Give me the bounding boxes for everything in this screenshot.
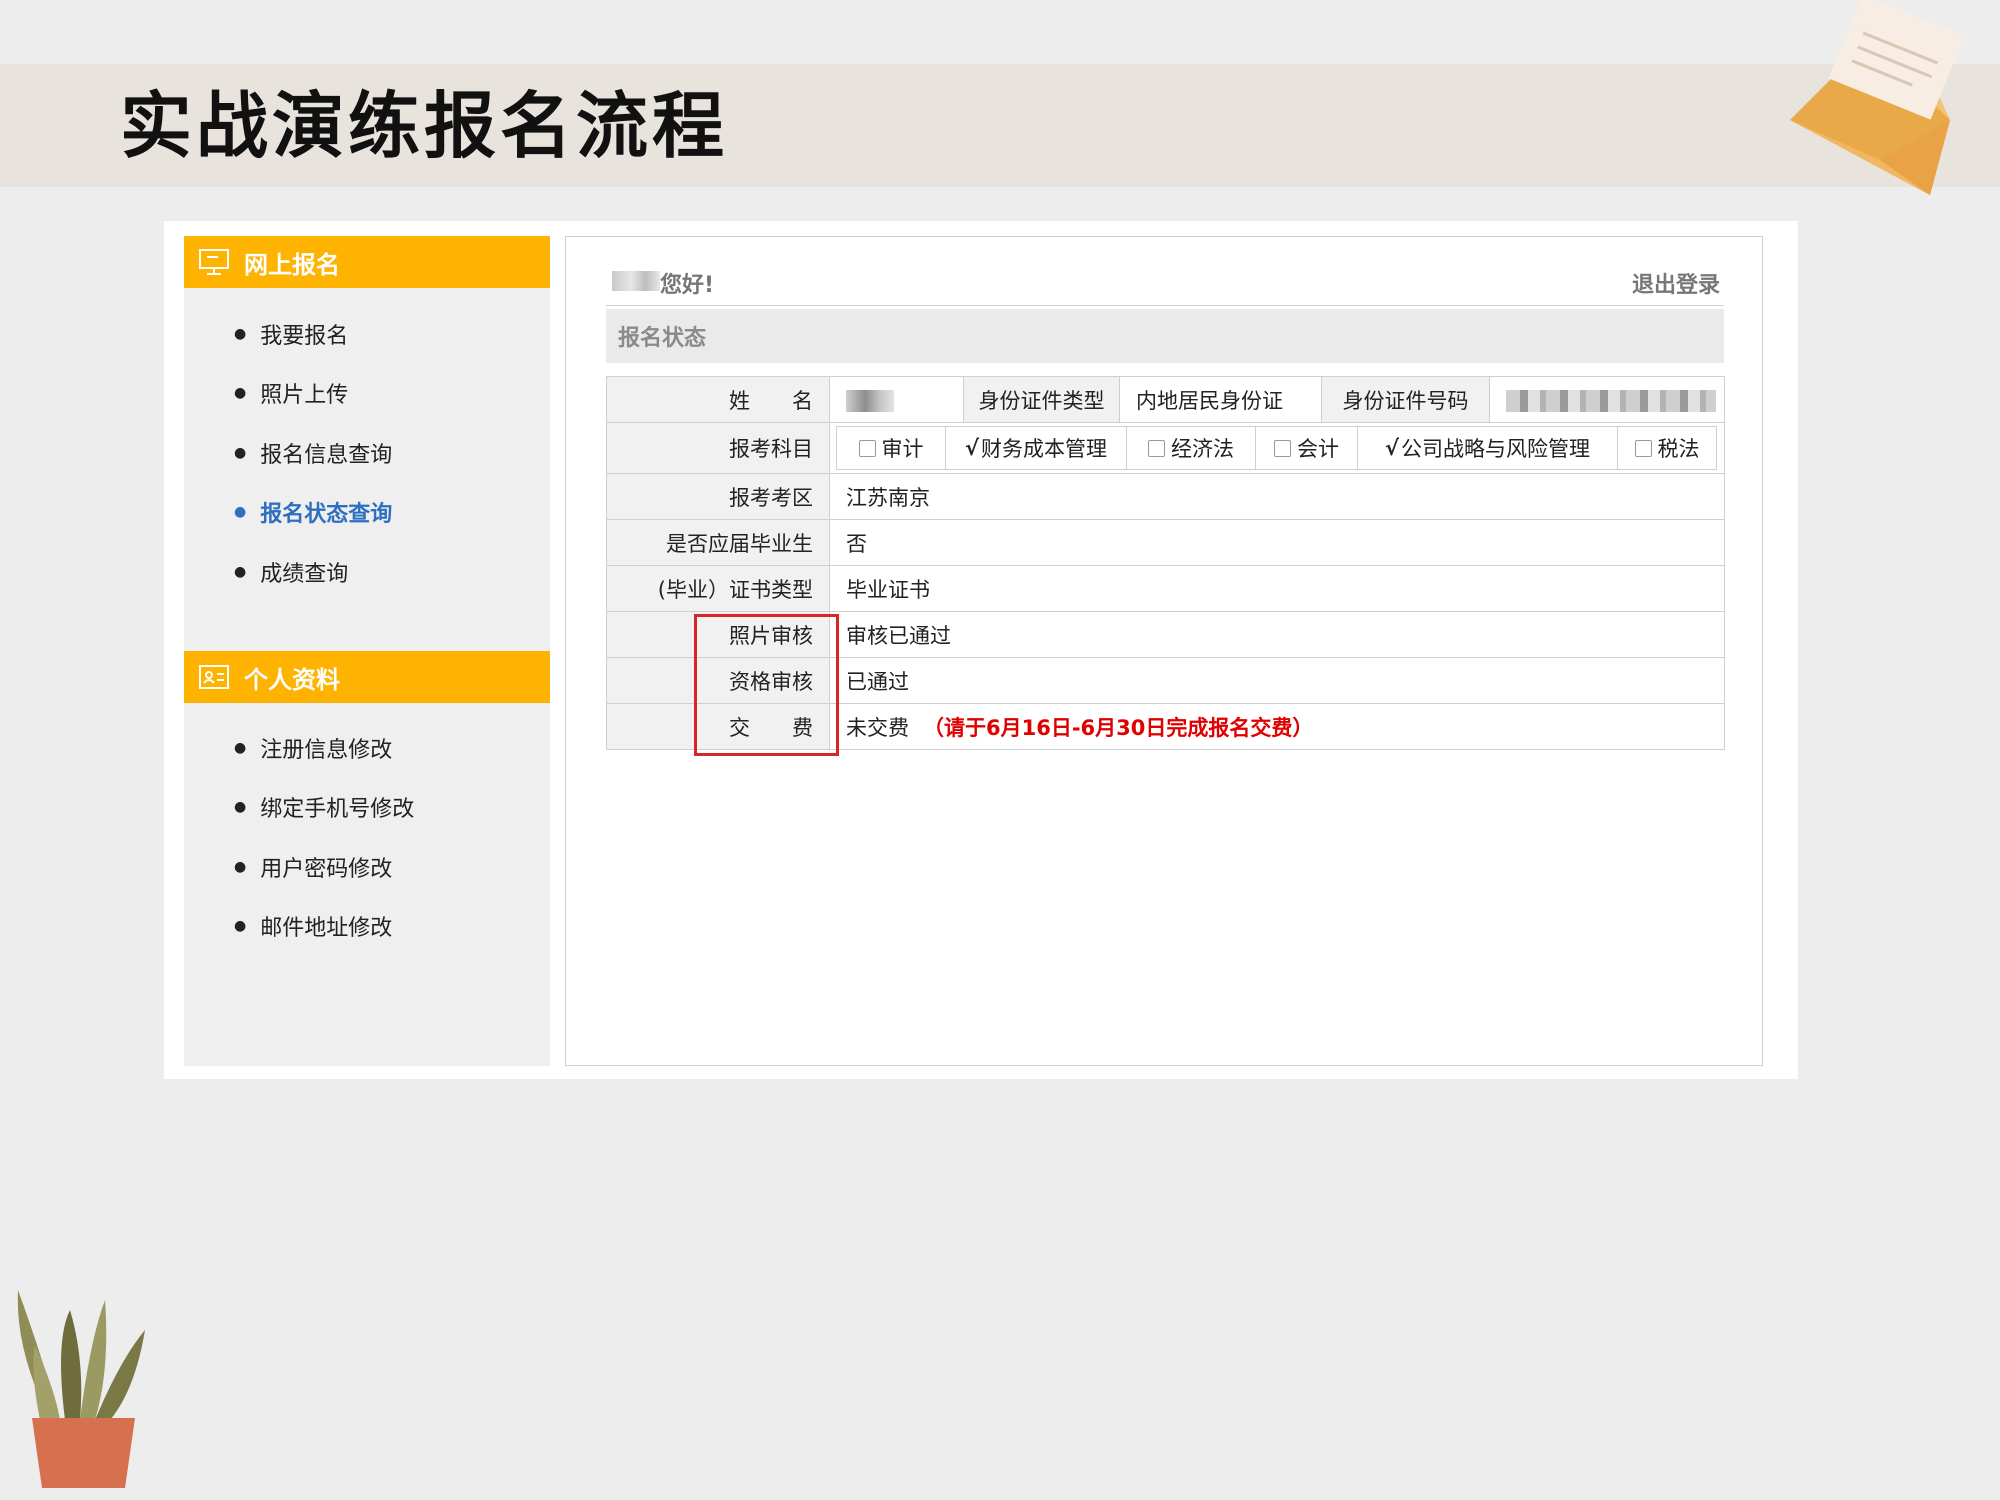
subject-tax-law[interactable]: 税法 [1617, 426, 1717, 470]
id-type-value: 内地居民身份证 [1119, 376, 1322, 423]
sidebar-item-score-query[interactable]: ● 成绩查询 [184, 542, 550, 602]
subjects-cell: 审计 √ 财务成本管理 经济法 会计 √ 公司战略与风险管理 税法 [829, 422, 1725, 474]
table-row: 报考考区 江苏南京 [606, 473, 1725, 520]
greeting-row: 您好! 退出登录 [606, 259, 1724, 306]
username-redacted [612, 271, 660, 291]
certificate-value: 毕业证书 [829, 565, 1725, 612]
subject-audit[interactable]: 审计 [836, 426, 946, 470]
subject-label: 税法 [1657, 437, 1700, 461]
sidebar-item-label: 照片上传 [260, 383, 349, 409]
name-value [829, 376, 964, 423]
plant-icon [17, 1290, 145, 1488]
qualification-review-value: 已通过 [829, 657, 1725, 704]
checkmark-icon: √ [1384, 436, 1399, 460]
logout-link[interactable]: 退出登录 [1632, 267, 1720, 299]
name-redacted [846, 389, 894, 412]
sidebar-item-label: 邮件地址修改 [260, 916, 393, 942]
sidebar-header-label: 个人资料 [244, 665, 340, 694]
checkbox-icon[interactable] [1274, 439, 1291, 457]
greeting-text: 您好! [660, 273, 715, 298]
sidebar-item-edit-password[interactable]: ● 用户密码修改 [184, 837, 550, 897]
sidebar-item-edit-registration[interactable]: ● 注册信息修改 [184, 718, 550, 778]
table-row: 报考科目 审计 √ 财务成本管理 经济法 会计 √ 公司战略与风险管理 税法 [606, 422, 1725, 474]
slide-title: 实战演练报名流程 [120, 84, 729, 168]
id-number-value [1489, 376, 1725, 423]
table-row: 姓 名 身份证件类型 内地居民身份证 身份证件号码 [606, 376, 1725, 423]
sidebar-header-label: 网上报名 [244, 250, 340, 279]
subject-label: 审计 [881, 437, 924, 461]
photo-review-value: 审核已通过 [829, 611, 1725, 658]
sidebar-item-edit-email[interactable]: ● 邮件地址修改 [184, 897, 550, 957]
checkbox-icon[interactable] [858, 439, 876, 457]
table-row: (毕业）证书类型 毕业证书 [606, 565, 1725, 612]
section-title: 报名状态 [618, 326, 707, 351]
highlight-box [694, 614, 839, 756]
graduate-label: 是否应届毕业生 [606, 519, 830, 566]
id-number-label: 身份证件号码 [1321, 376, 1490, 423]
sidebar-item-label: 成绩查询 [260, 561, 349, 587]
monitor-icon [198, 248, 230, 276]
sidebar-menu-personal: ● 注册信息修改 ● 绑定手机号修改 ● 用户密码修改 ● 邮件地址修改 [184, 718, 550, 956]
fee-value: 未交费 [846, 715, 909, 740]
subject-label: 公司战略与风险管理 [1401, 437, 1590, 461]
checkmark-icon: √ [964, 436, 979, 460]
id-type-label: 身份证件类型 [963, 376, 1120, 423]
region-value: 江苏南京 [829, 473, 1725, 520]
fee-cell: 未交费 （请于6月16日-6月30日完成报名交费） [829, 703, 1725, 750]
sidebar-item-photo-upload[interactable]: ● 照片上传 [184, 364, 550, 424]
sidebar-item-label: 绑定手机号修改 [260, 797, 415, 823]
id-card-icon [198, 664, 230, 690]
fee-deadline-note: （请于6月16日-6月30日完成报名交费） [923, 715, 1314, 740]
sidebar-item-label: 用户密码修改 [260, 856, 393, 882]
checkbox-icon[interactable] [1148, 439, 1165, 457]
sidebar-item-register[interactable]: ● 我要报名 [184, 304, 550, 364]
table-row: 是否应届毕业生 否 [606, 519, 1725, 566]
sidebar-item-label: 我要报名 [260, 323, 349, 349]
subject-label: 经济法 [1171, 437, 1234, 461]
sidebar-item-label: 报名信息查询 [260, 442, 393, 468]
subject-economic-law[interactable]: 经济法 [1126, 426, 1256, 470]
section-title-bar: 报名状态 [606, 309, 1724, 363]
sidebar-item-label: 报名状态查询 [260, 502, 393, 528]
checkbox-icon[interactable] [1634, 439, 1652, 457]
subject-financial-cost-management[interactable]: √ 财务成本管理 [945, 426, 1127, 470]
sidebar-item-registration-info[interactable]: ● 报名信息查询 [184, 423, 550, 483]
subject-strategy-risk-management[interactable]: √ 公司战略与风险管理 [1357, 426, 1618, 470]
graduate-value: 否 [829, 519, 1725, 566]
certificate-label: (毕业）证书类型 [606, 565, 830, 612]
subjects-label: 报考科目 [606, 422, 830, 474]
subject-label: 财务成本管理 [981, 437, 1107, 461]
sidebar-header-online-registration: 网上报名 [184, 236, 550, 288]
sidebar-item-registration-status[interactable]: ● 报名状态查询 [184, 483, 550, 543]
id-number-redacted [1506, 389, 1716, 412]
sidebar-item-edit-phone[interactable]: ● 绑定手机号修改 [184, 778, 550, 838]
sidebar-header-personal-info: 个人资料 [184, 651, 550, 703]
region-label: 报考考区 [606, 473, 830, 520]
sidebar: 网上报名 ● 我要报名 ● 照片上传 ● 报名信息查询 ● 报名状态查询 ● 成绩查询 个… [184, 236, 550, 1066]
name-label: 姓 名 [606, 376, 830, 423]
sidebar-menu-registration: ● 我要报名 ● 照片上传 ● 报名信息查询 ● 报名状态查询 ● 成绩查询 [184, 304, 550, 602]
envelope-icon [1790, 0, 1965, 195]
sidebar-item-label: 注册信息修改 [260, 737, 393, 763]
subject-accounting[interactable]: 会计 [1255, 426, 1358, 470]
subject-label: 会计 [1297, 437, 1339, 461]
subjects-list: 审计 √ 财务成本管理 经济法 会计 √ 公司战略与风险管理 税法 [830, 423, 1724, 473]
